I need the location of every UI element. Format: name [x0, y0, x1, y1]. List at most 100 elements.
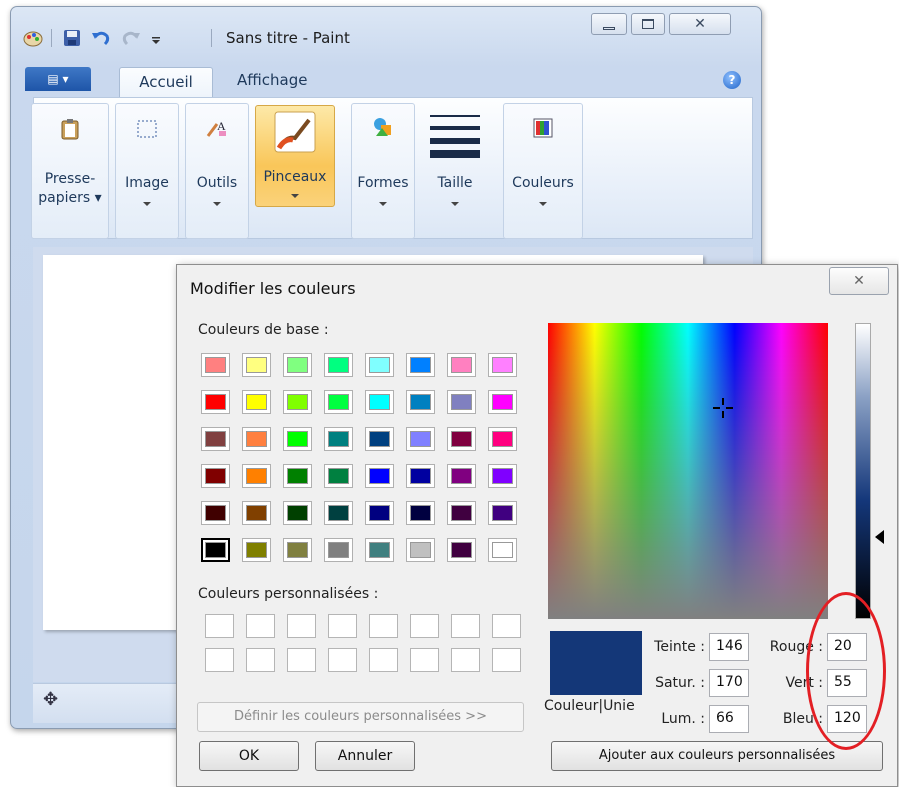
group-taille[interactable]: Taille — [419, 103, 491, 239]
basic-color-swatch[interactable] — [324, 390, 353, 414]
basic-color-swatch[interactable] — [283, 501, 312, 525]
custom-color-swatch[interactable] — [410, 614, 439, 638]
custom-color-swatch[interactable] — [410, 648, 439, 672]
basic-color-swatch[interactable] — [406, 538, 435, 562]
basic-color-swatch[interactable] — [201, 464, 230, 488]
basic-color-swatch[interactable] — [201, 501, 230, 525]
basic-color-swatch[interactable] — [283, 427, 312, 451]
custom-color-swatch[interactable] — [205, 648, 234, 672]
basic-color-swatch[interactable] — [406, 427, 435, 451]
basic-color-swatch[interactable] — [324, 353, 353, 377]
basic-color-swatch[interactable] — [447, 464, 476, 488]
custom-color-swatch[interactable] — [328, 614, 357, 638]
basic-color-swatch[interactable] — [201, 353, 230, 377]
basic-color-swatch[interactable] — [324, 501, 353, 525]
ok-button[interactable]: OK — [199, 741, 299, 771]
tab-accueil[interactable]: Accueil — [119, 67, 213, 97]
group-image[interactable]: Image — [115, 103, 179, 239]
paint-app-icon[interactable] — [23, 29, 43, 47]
basic-color-swatch[interactable] — [447, 390, 476, 414]
basic-color-swatch[interactable] — [365, 464, 394, 488]
basic-color-swatch[interactable] — [283, 390, 312, 414]
group-outils[interactable]: A Outils — [185, 103, 249, 239]
redo-icon[interactable] — [121, 29, 140, 47]
group-pinceaux[interactable]: Pinceaux — [255, 105, 335, 207]
luminosity-slider[interactable] — [855, 323, 871, 619]
lum-input[interactable]: 66 — [709, 705, 749, 733]
custom-color-swatch[interactable] — [369, 648, 398, 672]
save-icon[interactable] — [63, 29, 81, 47]
group-couleurs[interactable]: Couleurs — [503, 103, 583, 239]
basic-color-swatch[interactable] — [201, 538, 230, 562]
custom-color-swatch[interactable] — [492, 614, 521, 638]
custom-color-swatch[interactable] — [328, 648, 357, 672]
group-formes[interactable]: Formes — [351, 103, 415, 239]
basic-color-swatch[interactable] — [406, 501, 435, 525]
satur-input[interactable]: 170 — [709, 669, 749, 697]
custom-color-swatch[interactable] — [451, 648, 480, 672]
basic-color-swatch[interactable] — [242, 390, 271, 414]
basic-color-swatch[interactable] — [488, 464, 517, 488]
close-button[interactable]: ✕ — [669, 13, 731, 35]
undo-icon[interactable] — [91, 29, 110, 47]
custom-color-swatch[interactable] — [451, 614, 480, 638]
basic-color-swatch[interactable] — [447, 538, 476, 562]
basic-color-swatch[interactable] — [324, 427, 353, 451]
basic-color-swatch[interactable] — [242, 353, 271, 377]
basic-color-swatch[interactable] — [365, 427, 394, 451]
basic-color-swatch[interactable] — [242, 501, 271, 525]
maximize-button[interactable] — [631, 13, 665, 35]
move-cursor-icon: ✥ — [43, 689, 59, 710]
group-presse-papiers[interactable]: Presse-papiers ▾ — [31, 103, 109, 239]
basic-color-swatch[interactable] — [488, 427, 517, 451]
color-spectrum[interactable] — [548, 323, 828, 619]
basic-color-swatch[interactable] — [365, 538, 394, 562]
basic-color-swatch[interactable] — [488, 353, 517, 377]
cancel-button[interactable]: Annuler — [315, 741, 415, 771]
basic-color-swatch[interactable] — [406, 464, 435, 488]
basic-color-swatch[interactable] — [447, 353, 476, 377]
basic-color-swatch[interactable] — [242, 464, 271, 488]
basic-color-swatch[interactable] — [447, 501, 476, 525]
basic-color-swatch[interactable] — [365, 501, 394, 525]
dialog-close-button[interactable]: ✕ — [829, 267, 889, 295]
group-label: Pinceaux — [263, 169, 327, 185]
basic-color-swatch[interactable] — [488, 501, 517, 525]
minimize-button[interactable] — [591, 13, 627, 35]
basic-color-swatch[interactable] — [201, 427, 230, 451]
qat-customize-icon[interactable] — [151, 29, 161, 47]
basic-color-swatch[interactable] — [365, 390, 394, 414]
custom-color-swatch[interactable] — [287, 614, 316, 638]
custom-color-swatch[interactable] — [287, 648, 316, 672]
menu-icon: ▤ ▾ — [47, 72, 69, 86]
file-menu-button[interactable]: ▤ ▾ — [25, 67, 91, 91]
basic-color-swatch[interactable] — [488, 538, 517, 562]
luminosity-arrow-icon[interactable] — [875, 530, 884, 544]
basic-color-swatch[interactable] — [488, 390, 517, 414]
teinte-input[interactable]: 146 — [709, 633, 749, 661]
custom-color-swatch[interactable] — [246, 648, 275, 672]
basic-color-swatch[interactable] — [406, 390, 435, 414]
basic-color-swatch[interactable] — [283, 464, 312, 488]
basic-color-swatch[interactable] — [406, 353, 435, 377]
custom-color-swatch[interactable] — [205, 614, 234, 638]
custom-color-swatch[interactable] — [246, 614, 275, 638]
crosshair-icon[interactable] — [713, 398, 733, 418]
basic-color-swatch[interactable] — [283, 538, 312, 562]
basic-color-swatch[interactable] — [242, 427, 271, 451]
basic-color-swatch[interactable] — [324, 464, 353, 488]
define-custom-colors-button[interactable]: Définir les couleurs personnalisées >> — [197, 702, 524, 732]
basic-color-swatch[interactable] — [242, 538, 271, 562]
basic-color-swatch[interactable] — [201, 390, 230, 414]
window-title: Sans titre - Paint — [226, 29, 350, 47]
custom-color-swatch[interactable] — [369, 614, 398, 638]
help-icon[interactable]: ? — [723, 71, 741, 89]
group-label: Couleurs — [512, 175, 574, 191]
basic-color-swatch[interactable] — [447, 427, 476, 451]
basic-color-swatch[interactable] — [365, 353, 394, 377]
tab-affichage[interactable]: Affichage — [237, 71, 307, 89]
basic-color-swatch[interactable] — [283, 353, 312, 377]
custom-color-swatch[interactable] — [492, 648, 521, 672]
basic-color-swatch[interactable] — [324, 538, 353, 562]
qat-divider — [51, 29, 52, 47]
